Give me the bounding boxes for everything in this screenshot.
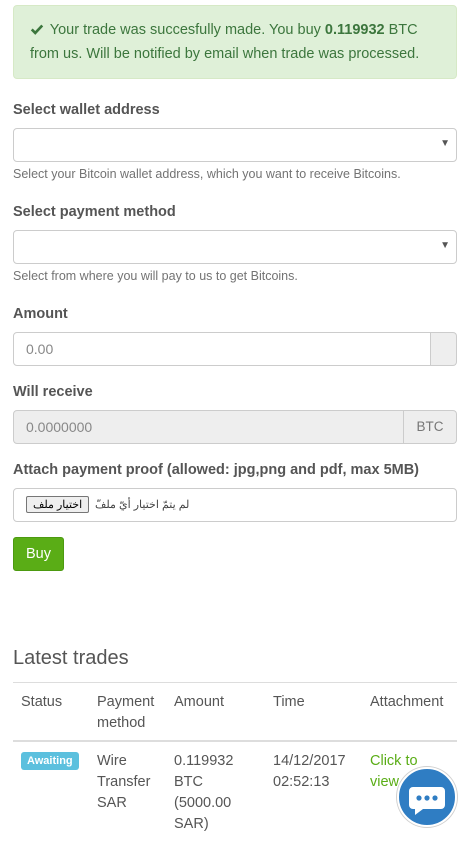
wallet-label: Select wallet address [13,102,160,118]
receive-input: 0.0000000 [13,410,404,444]
alert-text: Your trade was succesfully made. You buy [49,22,321,38]
amount-label: Amount [13,306,68,322]
latest-trades-title: Latest trades [13,647,129,669]
row-method-line: Transfer [97,774,151,790]
amount-addon [431,332,457,366]
receive-group: 0.0000000 BTC [13,410,457,444]
row-amount: 0.119932 BTC (5000.00 SAR) [174,751,233,835]
receive-label: Will receive [13,384,93,400]
proof-label: Attach payment proof (allowed: jpg,png a… [13,462,420,478]
col-payment-line2: method [97,715,146,731]
alert-unit: BTC [388,22,418,38]
wallet-help: Select your Bitcoin wallet address, whic… [13,167,401,181]
col-payment-line1: Payment [97,694,155,710]
amount-group: 0.00 [13,332,457,366]
col-payment: Payment method [97,692,154,734]
row-time: 14/12/2017 02:52:13 [273,751,346,793]
amount-input[interactable]: 0.00 [13,332,431,366]
col-amount: Amount [174,694,224,710]
trades-table: Status Payment method Amount Time Attach… [13,682,457,842]
chat-bubble-icon [409,787,445,815]
alert-amount: 0.119932 [324,22,385,38]
table-header: Status Payment method Amount Time Attach… [13,682,457,742]
row-time-line: 14/12/2017 [273,753,346,769]
chat-button[interactable] [397,767,457,827]
choose-file-button[interactable]: اختيار ملف [26,495,90,513]
payment-label: Select payment method [13,204,176,220]
row-amount-line: 0.119932 [174,753,234,769]
wallet-select[interactable]: ▼ [13,128,457,162]
receive-unit: BTC [404,410,457,444]
row-amount-line: SAR) [174,816,209,832]
check-icon [30,24,44,35]
row-method: Wire Transfer SAR [97,751,150,814]
file-status: لم يتمّ اختيار أيّ ملفّ [95,498,190,511]
caret-down-icon: ▼ [440,240,450,251]
row-amount-line: BTC [174,774,203,790]
status-badge: Awaiting [21,752,79,770]
proof-file-input: اختيار ملف لم يتمّ اختيار أيّ ملفّ [13,488,457,522]
row-time-line: 02:52:13 [273,774,330,790]
col-time: Time [273,694,305,710]
success-alert: Your trade was succesfully made. You buy… [13,5,457,79]
table-row: Awaiting Wire Transfer SAR 0.119932 BTC … [13,742,457,842]
buy-button[interactable]: Buy [13,537,64,571]
payment-select[interactable]: ▼ [13,230,457,264]
caret-down-icon: ▼ [440,138,450,149]
payment-help: Select from where you will pay to us to … [13,269,298,283]
col-attachment: Attachment [370,694,444,710]
row-method-line: SAR [97,795,127,811]
row-method-line: Wire [97,753,127,769]
alert-text-line2: from us. Will be notified by email when … [30,46,420,62]
row-amount-line: (5000.00 [174,795,232,811]
col-status: Status [21,694,63,710]
